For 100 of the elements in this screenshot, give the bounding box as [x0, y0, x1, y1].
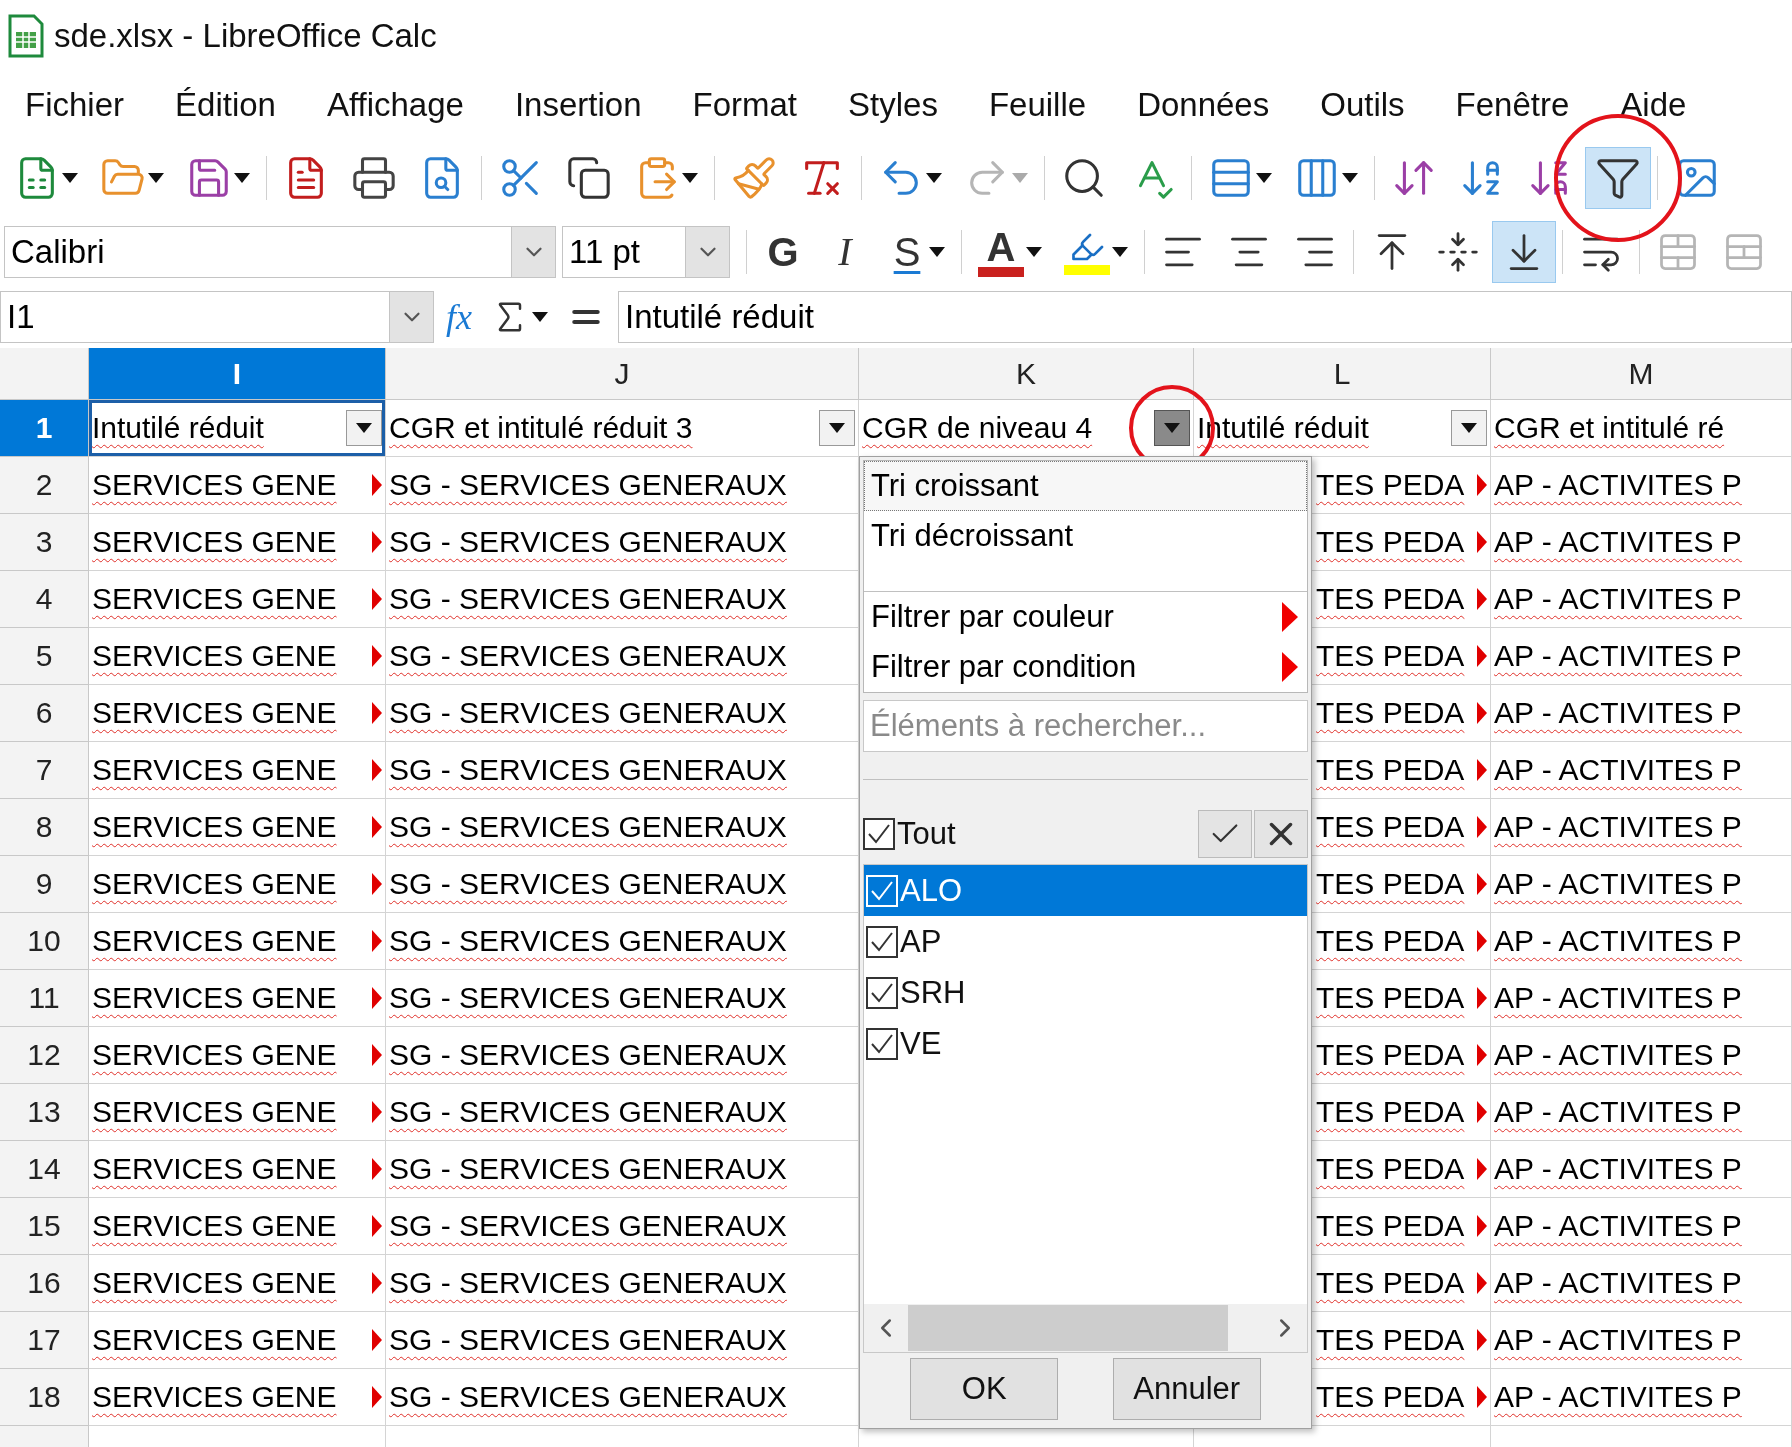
horizontal-scrollbar[interactable]	[864, 1304, 1307, 1352]
table-cell: SG - SERVICES GENERAUX	[386, 856, 859, 913]
table-cell: AP - ACTIVITES P	[1491, 1027, 1792, 1084]
caret-icon	[1012, 173, 1028, 183]
table-cell: CGR et intitulé ré	[1491, 400, 1792, 457]
menu-item[interactable]: Affichage	[326, 86, 464, 124]
menu-item[interactable]: Fichier	[25, 86, 125, 124]
formula-input-field[interactable]: Intutilé réduit	[618, 291, 1792, 343]
toolbar-button[interactable]	[1585, 147, 1651, 209]
row-header[interactable]: 2	[0, 457, 89, 514]
table-cell: SG - SERVICES GENERAUX	[386, 1369, 859, 1426]
font-size-field[interactable]: 11 pt	[562, 225, 730, 278]
table-cell: SERVICES GENE	[89, 1027, 386, 1084]
menu-item[interactable]: Tri croissant	[864, 461, 1307, 511]
caret-icon	[1026, 246, 1042, 257]
table-cell: SG - SERVICES GENERAUX	[386, 1027, 859, 1084]
toolbar-button[interactable]: G	[753, 220, 813, 283]
menu-item[interactable]: Feuille	[988, 86, 1087, 124]
checkbox[interactable]	[866, 925, 898, 958]
paintbrush-icon	[731, 155, 777, 201]
column-header[interactable]: K	[859, 348, 1194, 400]
column-header[interactable]: M	[1491, 348, 1792, 400]
table-cell: CGR et intitulé réduit 3	[386, 400, 859, 457]
table-cell: SERVICES GENE	[89, 970, 386, 1027]
table-cell: SG - SERVICES GENERAUX	[386, 514, 859, 571]
list-item[interactable]: ALO	[864, 865, 1307, 916]
filter-button[interactable]	[1451, 410, 1487, 446]
column-header[interactable]: J	[386, 348, 859, 400]
caret-icon	[1461, 423, 1477, 433]
table-cell: AP - ACTIVITES P	[1491, 1369, 1792, 1426]
row-header[interactable]: 9	[0, 856, 89, 913]
menu-item[interactable]: Aide	[1620, 86, 1687, 124]
table-cell: Intutilé réduit	[89, 400, 386, 457]
table-cell: SERVICES GENE	[89, 1141, 386, 1198]
row-header[interactable]: 3	[0, 514, 89, 571]
table-cell: SERVICES GENE	[89, 571, 386, 628]
toolbar-button[interactable]	[1492, 220, 1556, 283]
table-cell: AP - ACTIVITES P	[1491, 1198, 1792, 1255]
table-cell: SG - SERVICES GENERAUX	[386, 913, 859, 970]
caret-icon	[929, 246, 945, 257]
font-name-field[interactable]: Calibri	[4, 225, 556, 278]
column-header[interactable]: L	[1194, 348, 1491, 400]
checkbox-label[interactable]: Tout	[863, 816, 956, 852]
scrollbar-thumb[interactable]	[908, 1305, 1228, 1351]
toolbar-button[interactable]: A	[968, 220, 1052, 283]
checkbox[interactable]	[866, 976, 898, 1009]
filter-button[interactable]	[819, 410, 855, 446]
table-cell: SG - SERVICES GENERAUX	[386, 1141, 859, 1198]
column-header[interactable]: I	[89, 348, 386, 400]
spreadsheet-icon	[8, 13, 44, 58]
row-header[interactable]: 17	[0, 1312, 89, 1369]
name-box[interactable]: I1	[0, 291, 434, 343]
table-cell: SERVICES GENE	[89, 628, 386, 685]
table-cell: SG - SERVICES GENERAUX	[386, 799, 859, 856]
checkbox[interactable]	[863, 818, 895, 850]
row-header[interactable]: 14	[0, 1141, 89, 1198]
table-cell: SG - SERVICES GENERAUX	[386, 1255, 859, 1312]
table-cell: SERVICES GENE	[89, 1198, 386, 1255]
toolbar-button[interactable]: I	[815, 220, 875, 283]
check-all-button[interactable]	[1198, 810, 1252, 858]
table-cell: SG - SERVICES GENERAUX	[386, 685, 859, 742]
toolbar-button[interactable]: S	[877, 220, 955, 283]
row-header[interactable]: 12	[0, 1027, 89, 1084]
table-cell: SERVICES GENE	[89, 685, 386, 742]
menu-item[interactable]: Édition	[175, 86, 276, 124]
table-cell: AP - ACTIVITES P	[1491, 1084, 1792, 1141]
checkbox[interactable]	[866, 1027, 898, 1060]
table-cell: SG - SERVICES GENERAUX	[386, 457, 859, 514]
row-header[interactable]: 5	[0, 628, 89, 685]
table-cell: AP - ACTIVITES P	[1491, 457, 1792, 514]
row-header[interactable]: 6	[0, 685, 89, 742]
search-field[interactable]: Éléments à rechercher...	[863, 700, 1308, 752]
row-header[interactable]: 4	[0, 571, 89, 628]
menu-item[interactable]: Styles	[848, 86, 938, 124]
row-header[interactable]: 13	[0, 1084, 89, 1141]
menu-item[interactable]: Insertion	[514, 86, 642, 124]
row-header[interactable]: 1	[0, 400, 89, 457]
row-header[interactable]: 11	[0, 970, 89, 1027]
row-header[interactable]: 16	[0, 1255, 89, 1312]
table-cell: SG - SERVICES GENERAUX	[386, 1312, 859, 1369]
row-header[interactable]: 10	[0, 913, 89, 970]
uncheck-all-button[interactable]	[1254, 810, 1308, 858]
menu-item[interactable]: Fenêtre	[1455, 86, 1570, 124]
function-wizard-button[interactable]: fx	[440, 296, 478, 338]
menu-item[interactable]: Données	[1137, 86, 1270, 124]
align-middle-icon	[1436, 229, 1480, 274]
row-header[interactable]: 15	[0, 1198, 89, 1255]
caret-icon	[1256, 173, 1272, 183]
caret-icon	[1342, 173, 1358, 183]
filter-button[interactable]	[346, 410, 382, 446]
table-cell: SERVICES GENE	[89, 856, 386, 913]
submenu-arrow-icon	[1282, 602, 1298, 632]
row-header[interactable]: 7	[0, 742, 89, 799]
table-cell: SG - SERVICES GENERAUX	[386, 571, 859, 628]
row-header[interactable]: 18	[0, 1369, 89, 1426]
dialog-button[interactable]: Annuler	[1112, 1358, 1261, 1420]
row-header[interactable]: 8	[0, 799, 89, 856]
menu-item[interactable]: Format	[692, 86, 798, 124]
menu-item[interactable]: Outils	[1320, 86, 1405, 124]
dialog-button[interactable]: OK	[910, 1358, 1059, 1420]
